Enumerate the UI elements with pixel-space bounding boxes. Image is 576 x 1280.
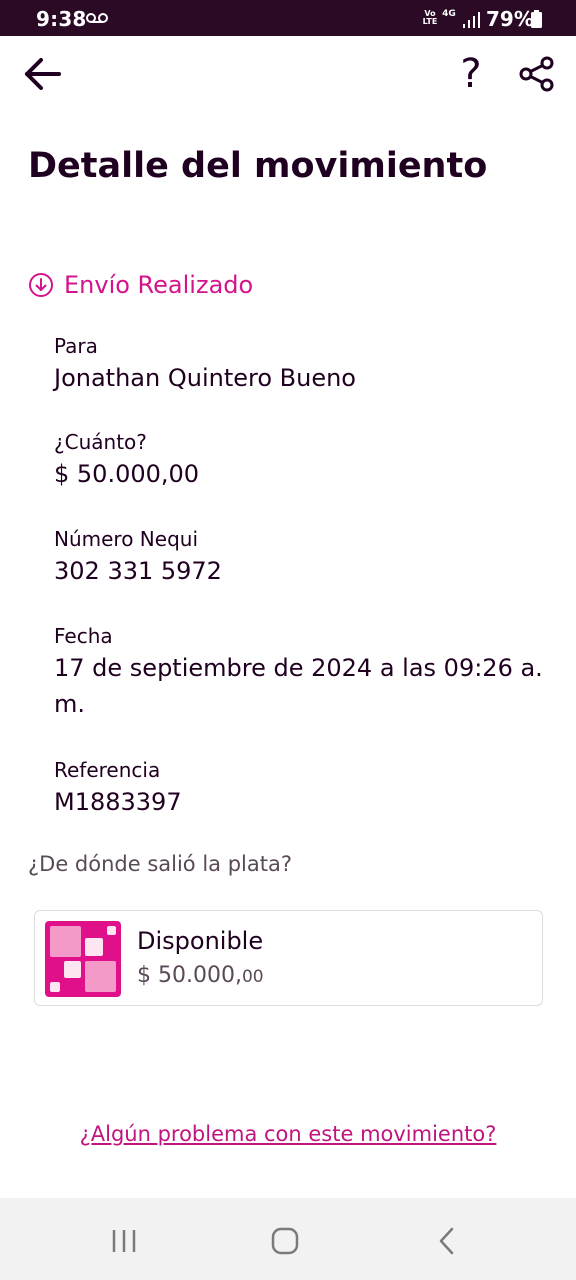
- field-label: Referencia: [54, 758, 161, 782]
- report-problem-link[interactable]: ¿Algún problema con este movimiento?: [0, 1122, 576, 1146]
- home-icon[interactable]: [270, 1226, 300, 1256]
- field-label: Fecha: [54, 624, 113, 648]
- account-name: Disponible: [137, 927, 264, 955]
- field-recipient: Para Jonathan Quintero Bueno: [54, 332, 554, 396]
- battery-percent: 79%: [486, 7, 534, 31]
- system-navigation-bar: [0, 1198, 576, 1280]
- voicemail-icon: [86, 13, 108, 23]
- account-amount-main: $ 50.000,: [137, 963, 242, 988]
- network-icon: 4G: [442, 9, 456, 19]
- help-icon[interactable]: ?: [454, 52, 488, 96]
- field-value: Jonathan Quintero Bueno: [54, 364, 356, 392]
- signal-icon: [463, 12, 480, 28]
- field-label: Para: [54, 334, 98, 358]
- arrow-down-circle-icon: [29, 273, 53, 297]
- recents-icon[interactable]: [110, 1228, 140, 1254]
- field-reference: Referencia M1883397: [54, 756, 554, 820]
- source-question: ¿De dónde salió la plata?: [28, 852, 292, 876]
- status-time: 9:38: [36, 7, 87, 31]
- page-title: Detalle del movimiento: [28, 146, 488, 186]
- field-amount: ¿Cuánto? $ 50.000,00: [54, 428, 554, 492]
- field-label: Número Nequi: [54, 527, 198, 551]
- battery-icon: [531, 10, 542, 28]
- field-nequi-number: Número Nequi 302 331 5972: [54, 525, 554, 589]
- field-value: $ 50.000,00: [54, 460, 200, 488]
- movement-status-label: Envío Realizado: [64, 271, 254, 299]
- field-date: Fecha 17 de septiembre de 2024 a las 09:…: [54, 622, 550, 722]
- field-value: M1883397: [54, 788, 182, 816]
- field-value: 17 de septiembre de 2024 a las 09:26 a. …: [54, 654, 543, 718]
- back-arrow-icon[interactable]: [22, 54, 64, 94]
- nequi-wallet-icon: [45, 921, 121, 997]
- field-value: 302 331 5972: [54, 557, 222, 585]
- account-amount-cents: 00: [241, 967, 264, 987]
- volte-icon: Vo LTE: [422, 9, 438, 26]
- account-card[interactable]: Disponible $ 50.000,00: [34, 910, 543, 1006]
- nav-back-icon[interactable]: [436, 1226, 458, 1256]
- field-label: ¿Cuánto?: [54, 430, 147, 454]
- share-icon[interactable]: [518, 56, 556, 92]
- account-amount: $ 50.000,00: [137, 963, 264, 988]
- movement-status: Envío Realizado: [28, 268, 253, 302]
- status-bar: 9:38 Vo LTE 4G 79%: [0, 0, 576, 36]
